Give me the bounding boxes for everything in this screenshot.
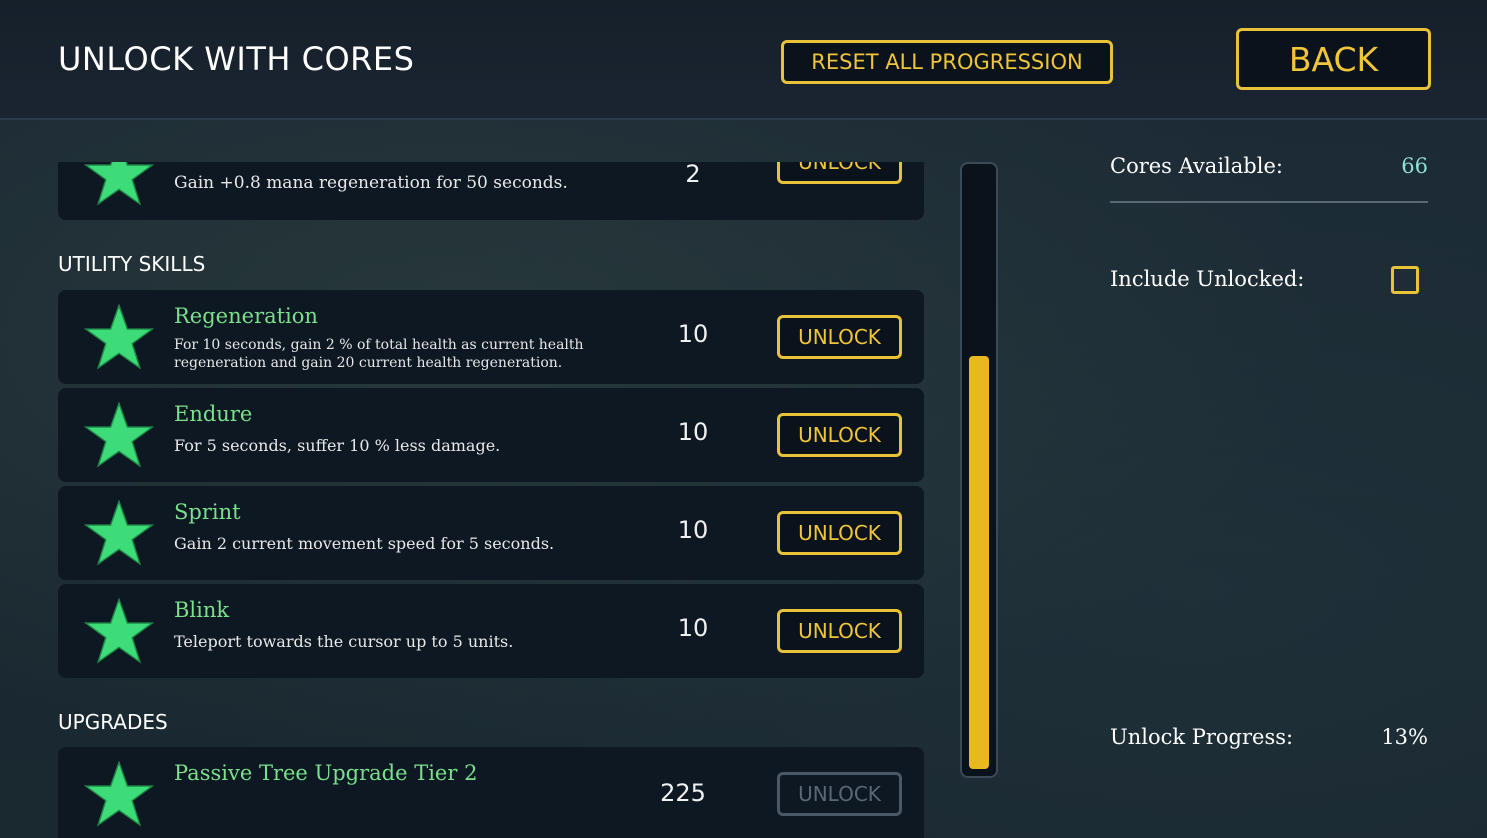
- skill-name: Passive Tree Upgrade Tier 2: [174, 761, 478, 785]
- list-item-endure: Endure For 5 seconds, suffer 10 % less d…: [58, 388, 924, 482]
- list-item-sprint: Sprint Gain 2 current movement speed for…: [58, 486, 924, 580]
- skill-cost: 10: [677, 418, 709, 446]
- unlock-button-disabled: UNLOCK: [777, 772, 902, 816]
- list-item-regeneration: Regeneration For 10 seconds, gain 2 % of…: [58, 290, 924, 384]
- cores-available-label: Cores Available:: [1110, 154, 1283, 178]
- scrollbar-thumb[interactable]: [969, 356, 989, 769]
- unlock-button[interactable]: UNLOCK: [777, 511, 902, 555]
- skill-description: For 10 seconds, gain 2 % of total health…: [174, 337, 584, 372]
- list-item: Gain +0.8 mana regeneration for 50 secon…: [58, 162, 924, 220]
- section-title-upgrades: UPGRADES: [58, 710, 168, 734]
- unlock-button[interactable]: UNLOCK: [777, 315, 902, 359]
- skill-cost: 225: [660, 779, 706, 807]
- unlock-progress-label: Unlock Progress:: [1110, 725, 1294, 749]
- skill-cost: 10: [677, 320, 709, 348]
- skill-description: Gain +0.8 mana regeneration for 50 secon…: [174, 173, 568, 193]
- skill-name: Endure: [174, 402, 253, 426]
- divider: [1110, 201, 1428, 203]
- back-button[interactable]: BACK: [1236, 28, 1431, 90]
- skill-cost: 2: [685, 162, 701, 188]
- star-icon: [84, 162, 154, 206]
- page-title: UNLOCK WITH CORES: [58, 40, 415, 78]
- skill-description: Gain 2 current movement speed for 5 seco…: [174, 534, 555, 553]
- section-title-utility-skills: UTILITY SKILLS: [58, 252, 206, 276]
- star-icon: [84, 761, 154, 827]
- include-unlocked-checkbox[interactable]: [1391, 266, 1419, 294]
- skill-description: For 5 seconds, suffer 10 % less damage.: [174, 436, 501, 455]
- unlock-list[interactable]: Gain +0.8 mana regeneration for 50 secon…: [58, 162, 924, 838]
- cores-available-value: 66: [1401, 154, 1428, 178]
- star-icon: [84, 598, 154, 664]
- star-icon: [84, 500, 154, 566]
- skill-name: Sprint: [174, 500, 241, 524]
- skill-cost: 10: [677, 516, 709, 544]
- scrollbar[interactable]: [960, 162, 998, 778]
- skill-cost: 10: [677, 614, 709, 642]
- unlock-button[interactable]: UNLOCK: [777, 162, 902, 184]
- unlock-progress-value: 13%: [1381, 725, 1428, 749]
- include-unlocked-label: Include Unlocked:: [1110, 267, 1305, 291]
- list-item-blink: Blink Teleport towards the cursor up to …: [58, 584, 924, 678]
- star-icon: [84, 304, 154, 370]
- skill-description: Teleport towards the cursor up to 5 unit…: [174, 632, 514, 651]
- header-bar: UNLOCK WITH CORES RESET ALL PROGRESSION …: [0, 0, 1487, 120]
- skill-name: Regeneration: [174, 304, 318, 328]
- skill-name: Blink: [174, 598, 230, 622]
- list-item-passive-tree-upgrade: Passive Tree Upgrade Tier 2 225 UNLOCK: [58, 747, 924, 838]
- reset-all-progression-button[interactable]: RESET ALL PROGRESSION: [781, 40, 1113, 84]
- star-icon: [84, 402, 154, 468]
- unlock-button[interactable]: UNLOCK: [777, 413, 902, 457]
- unlock-button[interactable]: UNLOCK: [777, 609, 902, 653]
